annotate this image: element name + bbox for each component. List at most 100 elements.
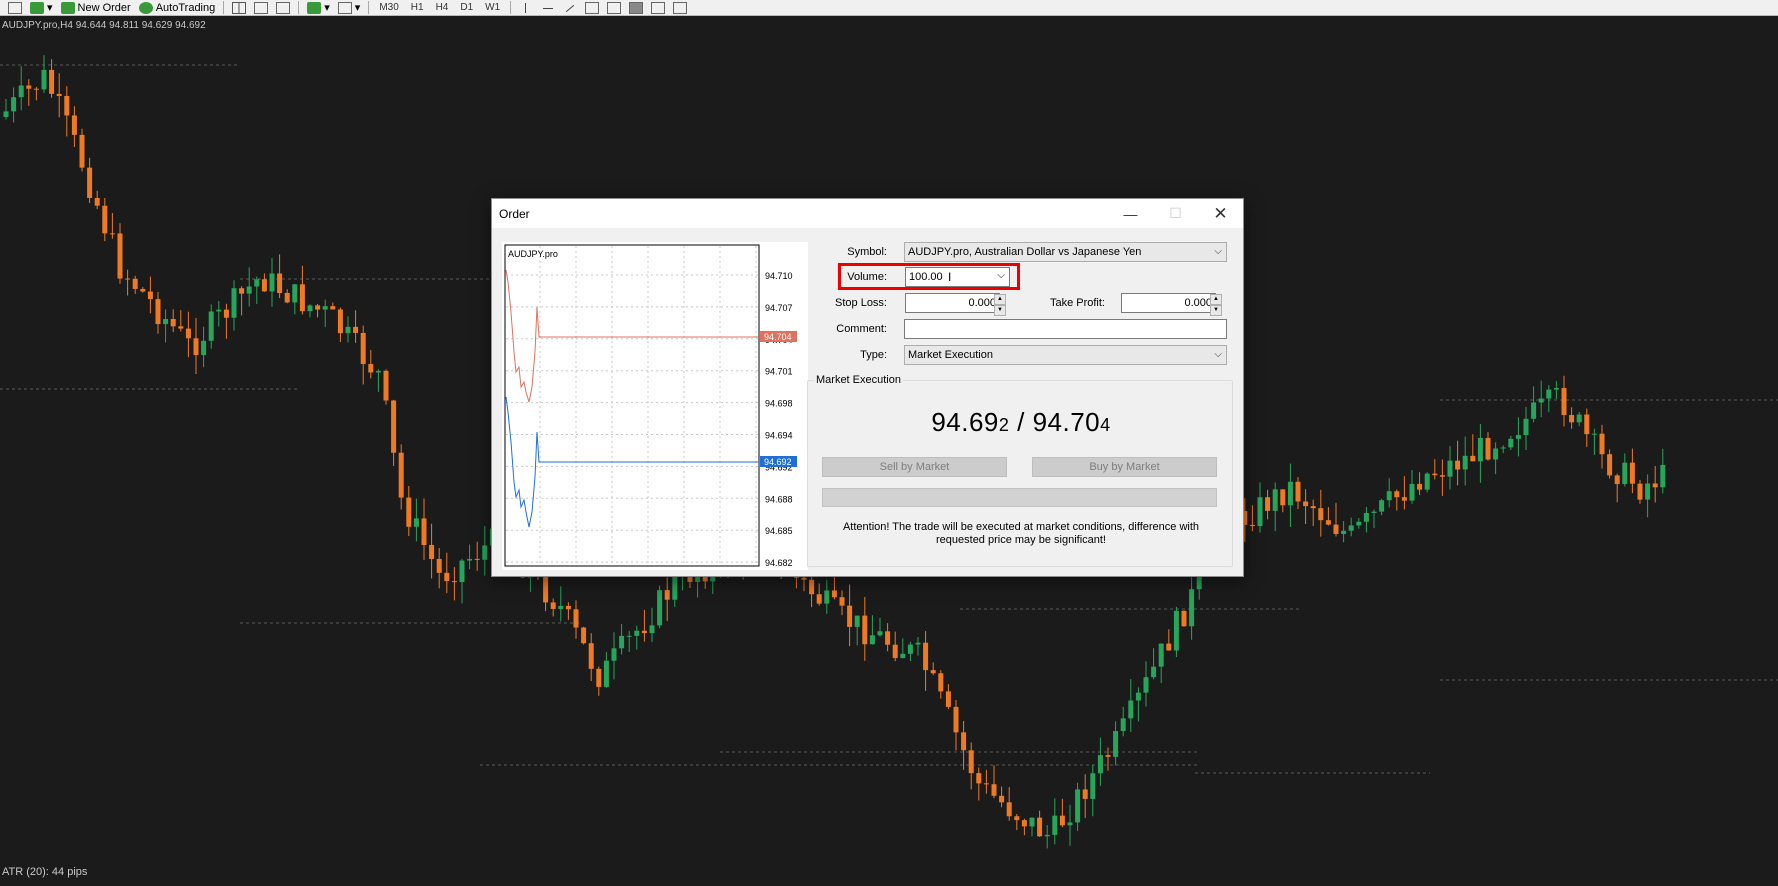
candle-body xyxy=(923,642,929,671)
chevron-down-icon: ▾ xyxy=(324,2,330,14)
spin-up-icon[interactable]: ▲ xyxy=(1210,294,1222,305)
candle-body xyxy=(558,605,564,609)
candle-body xyxy=(1151,666,1157,678)
spin-up-icon[interactable]: ▲ xyxy=(994,294,1006,305)
trendline-button[interactable] xyxy=(559,0,581,15)
comment-input[interactable] xyxy=(904,319,1227,339)
candle-body xyxy=(543,573,549,603)
timeframe-m30[interactable]: M30 xyxy=(373,2,404,13)
fibo-button[interactable] xyxy=(581,0,603,15)
spin-down-icon[interactable]: ▼ xyxy=(994,305,1006,316)
candle-body xyxy=(1660,464,1666,488)
vertical-line-button[interactable] xyxy=(515,0,537,15)
candle-body xyxy=(809,579,815,595)
new-chart-button[interactable]: ▾ xyxy=(26,0,57,15)
bar-chart-icon xyxy=(232,1,247,14)
candle-body xyxy=(109,233,115,235)
candle-body xyxy=(1272,489,1278,511)
auto-trading-button[interactable]: AutoTrading xyxy=(135,0,220,15)
text-icon xyxy=(607,1,622,14)
candle-body xyxy=(550,602,556,609)
templates-button[interactable]: ▾ xyxy=(334,0,365,15)
candle-body xyxy=(1082,789,1088,799)
timeframe-h4[interactable]: H4 xyxy=(430,2,455,13)
line-chart-button[interactable] xyxy=(272,0,294,15)
candle-body xyxy=(1143,677,1149,693)
candle-body xyxy=(1591,433,1597,435)
rectangle-button[interactable] xyxy=(625,0,647,15)
candle-body xyxy=(467,558,473,561)
timeframe-h1[interactable]: H1 xyxy=(405,2,430,13)
text-button[interactable] xyxy=(603,0,625,15)
candles-button[interactable] xyxy=(250,0,272,15)
candle-body xyxy=(1553,387,1559,390)
candle-body xyxy=(185,328,191,339)
new-order-icon xyxy=(60,1,75,14)
auto-trading-label: AutoTrading xyxy=(155,1,216,14)
candle-body xyxy=(18,85,24,98)
type-select[interactable]: Market Execution ⌵ xyxy=(904,345,1227,365)
candle-body xyxy=(1379,500,1385,512)
candle-body xyxy=(1599,433,1605,455)
dialog-titlebar[interactable]: Order — ☐ ✕ xyxy=(492,199,1243,228)
candle-body xyxy=(474,558,480,560)
minimize-button[interactable]: — xyxy=(1108,199,1153,228)
candle-body xyxy=(634,630,640,636)
bar-chart-button[interactable] xyxy=(228,0,250,15)
candle-body xyxy=(322,306,328,310)
stop-loss-input[interactable]: 0.000 xyxy=(905,293,1000,313)
candle-body xyxy=(1166,643,1172,651)
timeframe-d1[interactable]: D1 xyxy=(454,2,479,13)
toolbar-separator xyxy=(510,1,512,14)
close-button[interactable]: ✕ xyxy=(1198,199,1243,228)
timeframe-w1[interactable]: W1 xyxy=(479,2,506,13)
chart-symbol-info: AUDJPY.pro,H4 94.644 94.811 94.629 94.69… xyxy=(2,20,206,31)
candle-body xyxy=(26,85,32,89)
candle-body xyxy=(383,370,389,401)
candle-body xyxy=(163,318,169,325)
candle-body xyxy=(413,518,419,527)
indicators-button[interactable]: ▾ xyxy=(303,0,334,15)
sell-by-market-button[interactable]: Sell by Market xyxy=(822,457,1007,477)
arrow-down-button[interactable] xyxy=(669,0,691,15)
new-order-button[interactable]: New Order xyxy=(57,0,135,15)
candle-body xyxy=(1447,460,1453,477)
candle-body xyxy=(269,273,275,292)
rectangle-icon xyxy=(629,1,644,14)
candle-body xyxy=(930,670,936,674)
main-toolbar: ▾ New Order AutoTrading ▾ ▾ M30 H1 H4 D1… xyxy=(0,0,1778,16)
attention-message: Attention! The trade will be executed at… xyxy=(808,521,1234,547)
type-label: Type: xyxy=(860,349,887,361)
candle-body xyxy=(1500,447,1506,449)
candle-body xyxy=(208,311,214,341)
profiles-button[interactable] xyxy=(4,0,26,15)
candle-body xyxy=(1189,589,1195,627)
spin-down-icon[interactable]: ▼ xyxy=(1210,305,1222,316)
candle-body xyxy=(945,691,951,707)
tick-chart-price-label: 94.701 xyxy=(765,367,793,377)
take-profit-spinner[interactable]: ▲ ▼ xyxy=(1210,294,1222,316)
take-profit-input[interactable]: 0.000 xyxy=(1121,293,1216,313)
candle-body xyxy=(1325,520,1331,525)
candle-body xyxy=(1477,437,1483,462)
arrow-up-icon xyxy=(651,1,666,14)
candle-body xyxy=(353,326,359,333)
candle-body xyxy=(1439,475,1445,477)
line-chart-icon xyxy=(276,1,291,14)
buy-by-market-button[interactable]: Buy by Market xyxy=(1032,457,1217,477)
stop-loss-spinner[interactable]: ▲ ▼ xyxy=(994,294,1006,316)
horizontal-line-button[interactable] xyxy=(537,0,559,15)
candle-body xyxy=(451,581,457,583)
new-order-label: New Order xyxy=(77,1,131,14)
arrow-up-button[interactable] xyxy=(647,0,669,15)
toolbar-separator xyxy=(223,1,225,14)
candle-body xyxy=(421,518,427,545)
candle-body xyxy=(1417,483,1423,490)
candle-body xyxy=(565,605,571,610)
symbol-select[interactable]: AUDJPY.pro, Australian Dollar vs Japanes… xyxy=(904,242,1227,262)
candle-body xyxy=(664,590,670,600)
candle-body xyxy=(178,326,184,329)
tick-chart-price-label: 94.688 xyxy=(765,494,793,504)
candle-body xyxy=(429,544,435,559)
candle-body xyxy=(223,309,229,318)
